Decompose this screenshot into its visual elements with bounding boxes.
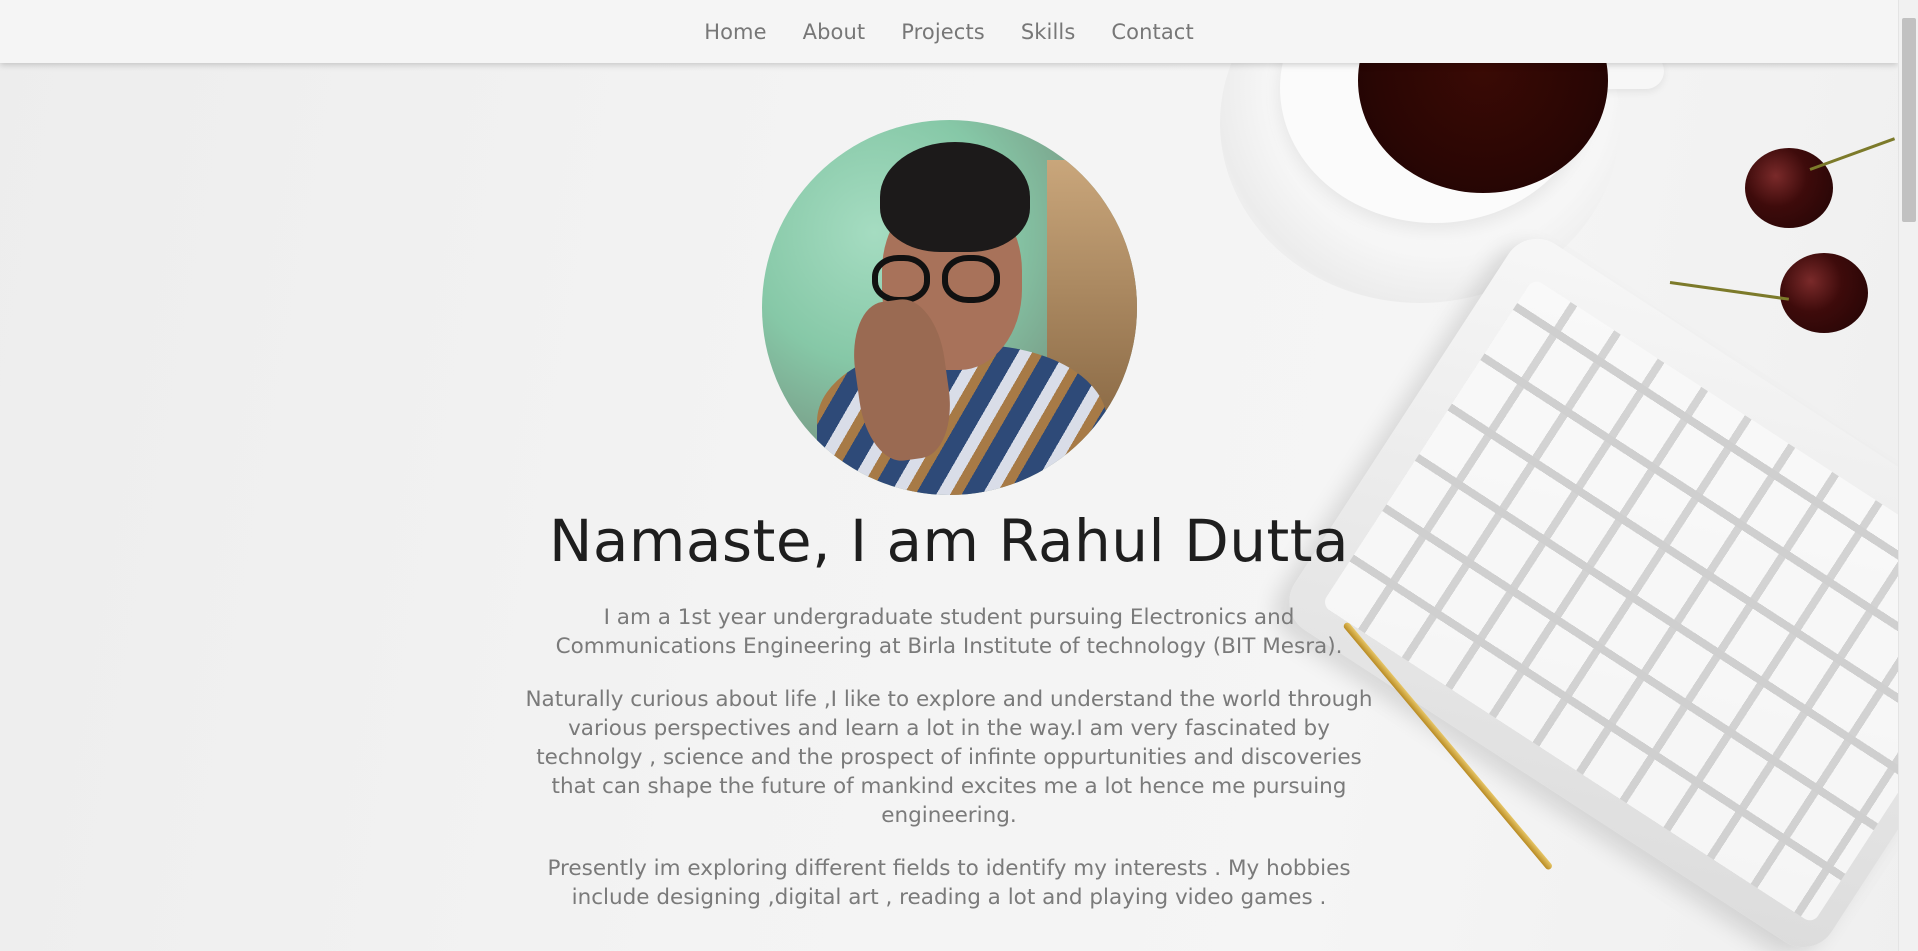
hero-title: Namaste, I am Rahul Dutta [548, 507, 1350, 575]
cherry-bottom [1780, 253, 1868, 333]
nav-home-link[interactable]: Home [704, 20, 766, 44]
interests-paragraph: Presently im exploring different fields … [547, 856, 1351, 910]
vertical-scrollbar[interactable] [1898, 0, 1918, 951]
scrollbar-thumb[interactable] [1902, 18, 1916, 222]
keyboard-key-rows [1321, 277, 1918, 925]
cherry-top [1745, 148, 1833, 228]
photo-hair [879, 142, 1030, 252]
profile-photo [761, 120, 1137, 495]
page: Home About Projects Skills Contact Namas… [0, 0, 1918, 951]
nav-projects-link[interactable]: Projects [901, 20, 985, 44]
photo-glasses-right [941, 255, 1000, 303]
top-navbar: Home About Projects Skills Contact [0, 0, 1898, 63]
nav-skills-link[interactable]: Skills [1021, 20, 1076, 44]
nav-about-link[interactable]: About [803, 20, 866, 44]
intro-paragraph: I am a 1st year undergraduate student pu… [555, 605, 1343, 659]
cherry-stem-bottom [1669, 281, 1790, 301]
cherry-stem-top [1809, 137, 1896, 171]
about-paragraph: Naturally curious about life ,I like to … [525, 687, 1373, 828]
photo-glasses-left [871, 255, 930, 303]
hero-section: Namaste, I am Rahul Dutta I am a 1st yea… [520, 120, 1378, 912]
nav-links: Home About Projects Skills Contact [704, 20, 1194, 44]
nav-contact-link[interactable]: Contact [1111, 20, 1193, 44]
